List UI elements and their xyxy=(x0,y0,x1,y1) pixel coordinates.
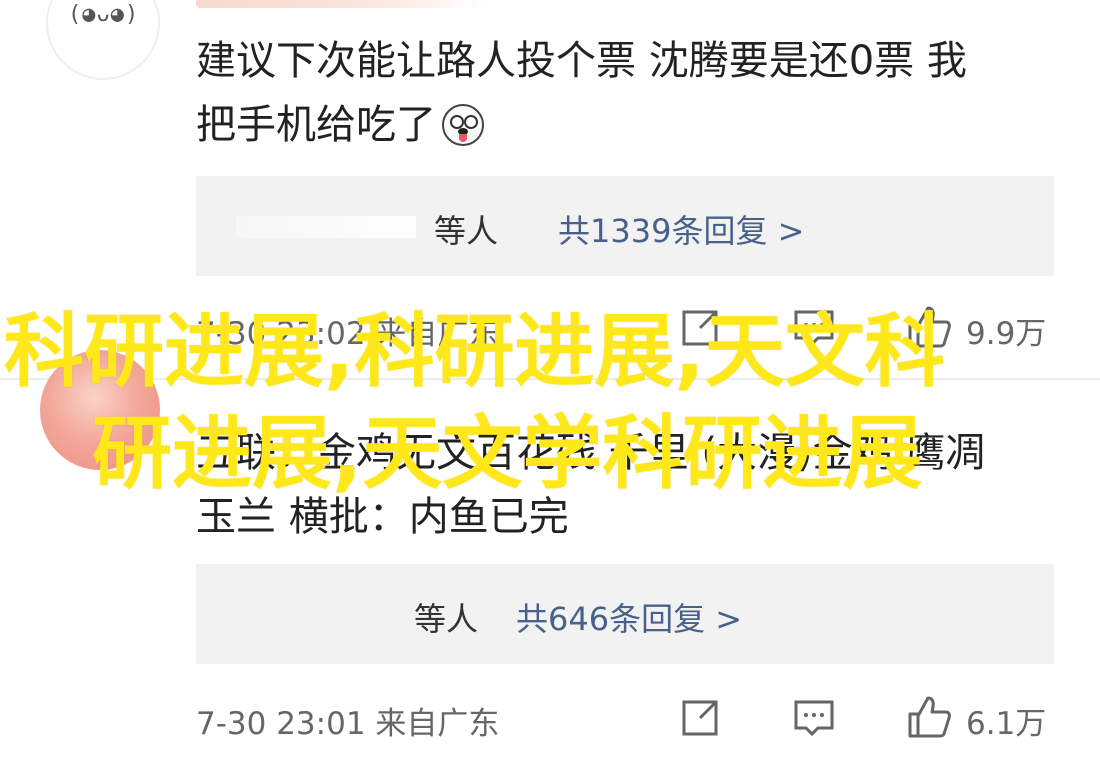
comment-text-line-2-wrap: 把手机给吃了 xyxy=(196,96,484,154)
comment-text-line: 把手机给吃了 xyxy=(196,102,436,148)
watermark-line: 科研进展,科研进展,天文科 xyxy=(4,305,945,398)
like-count: 9.9万 xyxy=(966,316,1047,352)
reply-summary-box[interactable]: 等人 共646条回复 > xyxy=(196,564,1054,664)
view-replies-link[interactable]: 共1339条回复 > xyxy=(558,206,804,252)
reply-summary-box[interactable]: 等人 共1339条回复 > xyxy=(196,176,1054,276)
reply-prefix: 等人 xyxy=(414,600,479,638)
dog-face-emoji-icon xyxy=(442,104,484,146)
share-icon[interactable] xyxy=(678,696,722,740)
username-blurred[interactable] xyxy=(196,0,486,8)
watermark-line: 研进展,天文学科研进展 xyxy=(92,407,923,500)
like-icon[interactable] xyxy=(906,694,952,740)
comment-text-line: 建议下次能让路人投个票 沈腾要是还0票 我 xyxy=(196,38,967,84)
comment-icon[interactable] xyxy=(792,696,836,740)
like-count: 6.1万 xyxy=(966,706,1047,742)
comment-meta: 7-30 23:01 来自广东 xyxy=(196,706,500,742)
user-avatar[interactable]: (◕ᴗ◕) xyxy=(46,0,160,80)
reply-prefix: 等人 xyxy=(434,212,499,250)
avatar-face-icon: (◕ᴗ◕) xyxy=(68,2,140,27)
view-replies-link[interactable]: 共646条回复 > xyxy=(516,594,742,640)
